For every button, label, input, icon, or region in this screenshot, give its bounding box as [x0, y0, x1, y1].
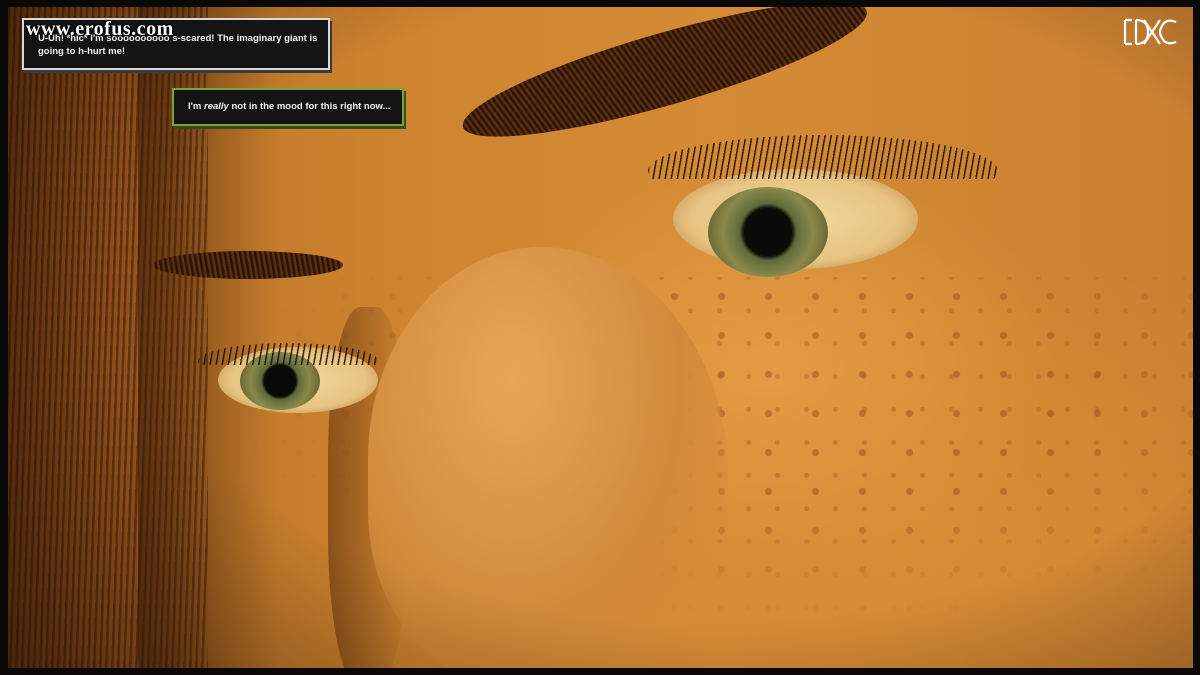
watermark-text: www.erofus.com — [26, 18, 174, 40]
studio-logo-svg — [1123, 18, 1177, 46]
dialog-box-2: I'm really not in the mood for this righ… — [172, 88, 404, 126]
dialog-text-2-before: I'm — [188, 101, 204, 112]
dialog-text-2-after: not in the mood for this right now... — [228, 101, 391, 112]
studio-logo-icon — [1122, 16, 1180, 48]
dialog-text-2-emphasis: really — [204, 101, 229, 112]
